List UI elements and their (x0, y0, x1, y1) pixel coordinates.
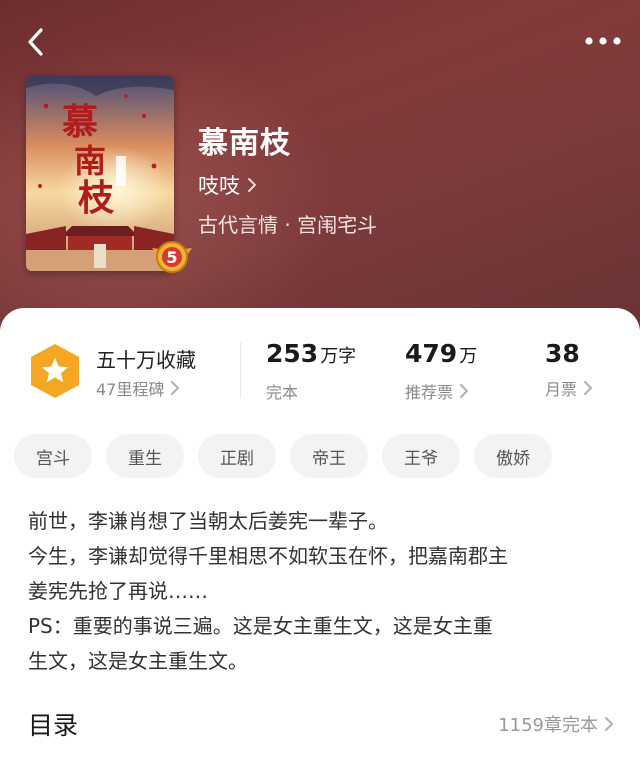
chevron-right-icon (170, 380, 180, 396)
monthly-ticket-stat[interactable]: 38 月票 (545, 338, 593, 400)
back-button[interactable] (18, 24, 54, 60)
recommend-ticket-value: 479 (405, 339, 458, 368)
table-of-contents-row[interactable]: 目录 1159章完本 (28, 704, 614, 744)
tag-chip[interactable]: 正剧 (198, 434, 276, 478)
more-dots-icon (585, 37, 621, 45)
more-button[interactable] (580, 26, 626, 56)
cover-title-char-1: 慕 (62, 101, 98, 143)
recommend-ticket-label: 推荐票 (405, 383, 454, 402)
recommend-ticket-unit: 万 (459, 346, 478, 367)
author-name: 吱吱 (198, 174, 240, 198)
word-count-stat: 253 万字 完本 (266, 338, 356, 403)
chevron-right-icon (583, 380, 593, 396)
chevron-left-icon (28, 28, 43, 56)
word-count-value: 253 (266, 339, 319, 368)
word-count-unit: 万字 (320, 346, 357, 367)
stats-row: 五十万收藏 47里程碑 253 万字 完本 479 万 推荐票 38 月票 (0, 308, 640, 418)
tag-chip[interactable]: 重生 (106, 434, 184, 478)
monthly-ticket-label: 月票 (545, 380, 578, 399)
synopsis-line: 姜宪先抢了再说…… (28, 579, 208, 603)
tag-chip[interactable]: 王爷 (382, 434, 460, 478)
synopsis-line: PS：重要的事说三遍。这是女主重生文，这是女主重 (28, 614, 493, 638)
milestone-subtitle: 47里程碑 (96, 380, 165, 399)
tag-chip[interactable]: 傲娇 (474, 434, 552, 478)
book-title: 慕南枝 (198, 126, 291, 161)
monthly-ticket-value: 38 (545, 339, 580, 368)
toc-title: 目录 (28, 711, 79, 740)
chevron-right-icon (459, 383, 469, 399)
chevron-right-icon (246, 176, 258, 194)
divider (240, 342, 241, 398)
tag-list: 宫斗 重生 正剧 帝王 王爷 傲娇 (14, 434, 552, 478)
chapter-count: 1159章完本 (498, 715, 598, 736)
recommend-ticket-stat[interactable]: 479 万 推荐票 (405, 338, 477, 403)
book-info-card: 五十万收藏 47里程碑 253 万字 完本 479 万 推荐票 38 月票 宫斗… (0, 308, 640, 762)
cover-title-char-3: 枝 (78, 177, 115, 219)
synopsis-line: 今生，李谦却觉得千里相思不如软玉在怀，把嘉南郡主 (28, 544, 508, 568)
word-count-label: 完本 (266, 383, 299, 402)
milestone-title: 五十万收藏 (96, 348, 196, 372)
level-number: 5 (166, 248, 177, 267)
cover-title-char-2: 南 (74, 142, 106, 180)
genre-label: 古代言情 · 宫闱宅斗 (198, 213, 378, 237)
tag-chip[interactable]: 宫斗 (14, 434, 92, 478)
synopsis[interactable]: 前世，李谦肖想了当朝太后姜宪一辈子。 今生，李谦却觉得千里相思不如软玉在怀，把嘉… (28, 504, 618, 679)
milestone-link[interactable]: 47里程碑 (96, 376, 180, 400)
star-shield-icon (28, 342, 82, 400)
synopsis-line: 生文，这是女主重生文。 (28, 649, 248, 673)
author-link[interactable]: 吱吱 (198, 170, 258, 200)
tag-chip[interactable]: 帝王 (290, 434, 368, 478)
book-header: 慕 南 枝 5 慕南枝 吱吱 古代言情 · 宫闱宅斗 (0, 0, 640, 330)
level-badge: 5 (152, 240, 192, 274)
synopsis-line: 前世，李谦肖想了当朝太后姜宪一辈子。 (28, 509, 388, 533)
chevron-right-icon (604, 716, 614, 732)
